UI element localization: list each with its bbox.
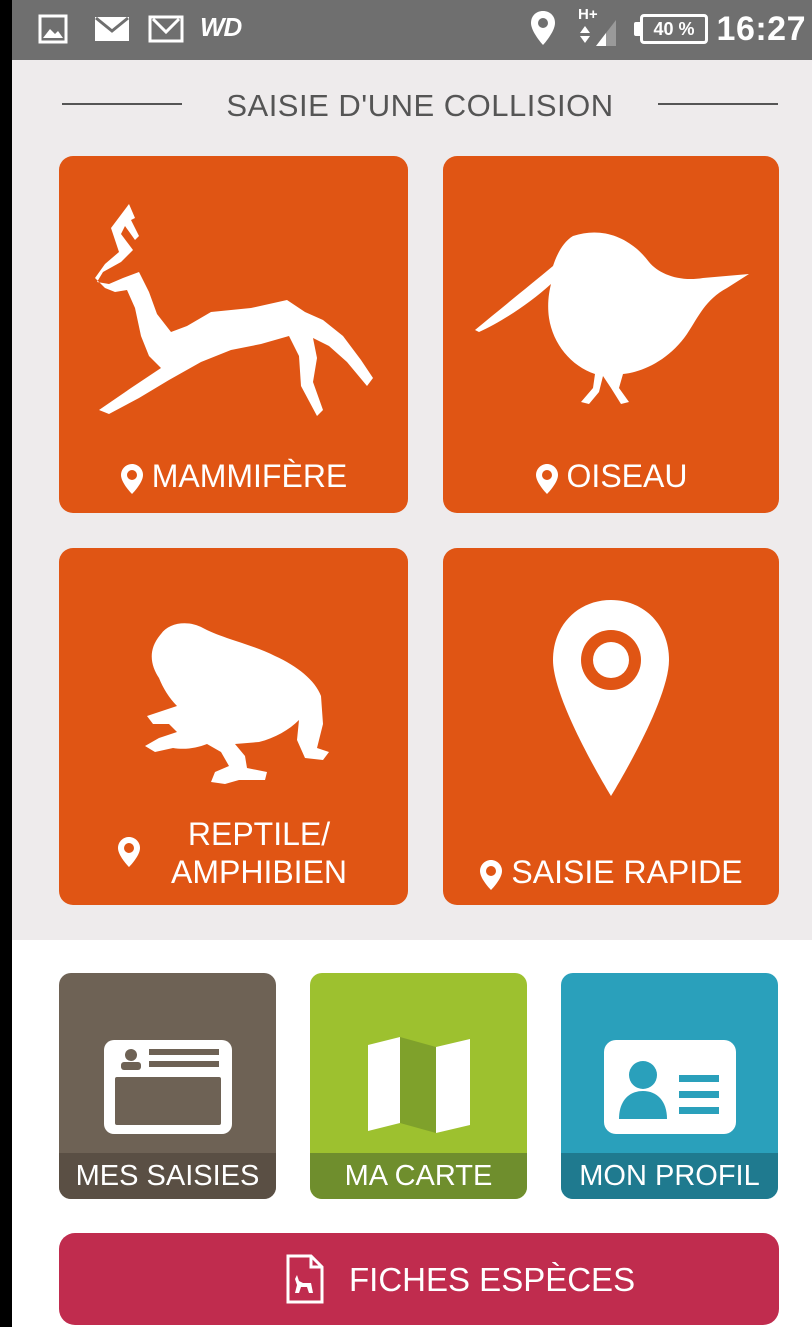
profile-card-icon — [604, 1040, 736, 1134]
nav-label: MES SAISIES — [59, 1153, 276, 1199]
tile-label: OISEAU — [443, 458, 779, 495]
section-title: SAISIE D'UNE COLLISION — [62, 88, 778, 124]
deer-icon — [95, 204, 373, 416]
clock: 16:27 — [716, 10, 806, 48]
map-pin-icon — [480, 859, 503, 890]
mes-saisies-button[interactable]: MES SAISIES — [59, 973, 276, 1199]
tile-reptile-amphibien[interactable]: REPTILE/ AMPHIBIEN — [59, 548, 408, 905]
section-header: SAISIE D'UNE COLLISION — [62, 88, 778, 123]
wd-icon: WD — [200, 12, 242, 42]
signal-icon — [580, 20, 616, 46]
tile-label: MAMMIFÈRE — [59, 458, 408, 495]
mon-profil-button[interactable]: MON PROFIL — [561, 973, 778, 1199]
nav-label: MA CARTE — [310, 1153, 527, 1199]
fiches-especes-label: FICHES ESPÈCES — [349, 1261, 636, 1298]
bird-icon — [475, 232, 749, 404]
nav-label: MON PROFIL — [561, 1153, 778, 1199]
tile-label: REPTILE/ AMPHIBIEN — [59, 816, 408, 896]
map-pin-icon — [553, 600, 669, 796]
map-pin-icon — [535, 463, 558, 494]
phone-screen: WD H+ 40 % 16:27 SAISIE D'UNE COLLISION … — [12, 0, 812, 1327]
ma-carte-button[interactable]: MA CARTE — [310, 973, 527, 1199]
species-sheet-icon — [286, 1254, 324, 1304]
tile-label: SAISIE RAPIDE — [443, 854, 779, 891]
gmail-icon — [148, 15, 184, 43]
frog-icon — [145, 623, 329, 784]
fiches-especes-button[interactable]: FICHES ESPÈCES — [59, 1233, 779, 1325]
id-card-icon — [104, 1040, 232, 1134]
tile-mammifere[interactable]: MAMMIFÈRE — [59, 156, 408, 513]
tile-oiseau[interactable]: OISEAU — [443, 156, 779, 513]
map-icon — [368, 1037, 470, 1133]
map-pin-icon — [118, 837, 140, 867]
battery-icon: 40 % — [640, 14, 708, 44]
mail-icon — [95, 16, 129, 41]
tile-saisie-rapide[interactable]: SAISIE RAPIDE — [443, 548, 779, 905]
map-pin-icon — [120, 463, 143, 494]
gallery-icon — [38, 14, 68, 44]
status-bar: WD H+ 40 % 16:27 — [12, 0, 812, 60]
location-icon — [531, 11, 555, 45]
